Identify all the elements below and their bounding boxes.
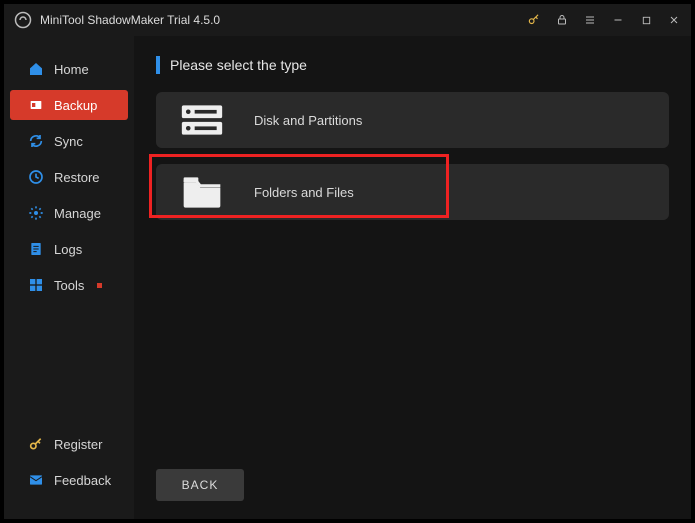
minimize-button[interactable] [611,13,625,27]
main-panel: Please select the type Disk and P [134,36,691,519]
feedback-icon [28,472,44,488]
sidebar-item-label: Tools [54,278,84,293]
heading-accent-bar [156,56,160,74]
sidebar-spacer [4,306,134,429]
sidebar-item-label: Restore [54,170,100,185]
sidebar-bottom: Register Feedback [4,429,134,519]
sidebar-item-feedback[interactable]: Feedback [10,465,128,495]
option-label: Disk and Partitions [254,113,362,128]
sync-icon [28,133,44,149]
option-disk-partitions[interactable]: Disk and Partitions [156,92,669,148]
sidebar-item-register[interactable]: Register [10,429,128,459]
sidebar: Home Backup Sync [4,36,134,519]
disk-icon [180,100,224,140]
sidebar-item-backup[interactable]: Backup [10,90,128,120]
sidebar-item-label: Manage [54,206,101,221]
page-heading: Please select the type [156,56,669,74]
sidebar-item-label: Feedback [54,473,111,488]
logs-icon [28,241,44,257]
sidebar-item-label: Backup [54,98,97,113]
home-icon [28,61,44,77]
sidebar-item-home[interactable]: Home [10,54,128,84]
app-body: Home Backup Sync [4,36,691,519]
heading-text: Please select the type [170,57,307,73]
manage-icon [28,205,44,221]
window-frame: MiniTool ShadowMaker Trial 4.5.0 [0,0,695,523]
lock-icon[interactable] [555,13,569,27]
sidebar-item-label: Home [54,62,89,77]
sidebar-item-tools[interactable]: Tools [10,270,128,300]
sidebar-item-sync[interactable]: Sync [10,126,128,156]
restore-icon [28,169,44,185]
close-button[interactable] [667,13,681,27]
titlebar: MiniTool ShadowMaker Trial 4.5.0 [4,4,691,36]
option-folders-files[interactable]: Folders and Files [156,164,669,220]
option-label: Folders and Files [254,185,354,200]
backup-icon [28,97,44,113]
tools-icon [28,277,44,293]
sidebar-item-label: Logs [54,242,82,257]
back-button[interactable]: BACK [156,469,244,501]
maximize-button[interactable] [639,13,653,27]
notification-dot-icon [97,283,102,288]
register-key-icon [28,436,44,452]
menu-icon[interactable] [583,13,597,27]
app-window: MiniTool ShadowMaker Trial 4.5.0 [4,4,691,519]
app-title: MiniTool ShadowMaker Trial 4.5.0 [40,13,527,27]
sidebar-item-restore[interactable]: Restore [10,162,128,192]
sidebar-item-label: Register [54,437,102,452]
folder-icon [180,172,224,212]
sidebar-item-logs[interactable]: Logs [10,234,128,264]
sidebar-item-label: Sync [54,134,83,149]
app-logo-icon [14,11,32,29]
footer-row: BACK [156,469,669,501]
key-icon[interactable] [527,13,541,27]
sidebar-item-manage[interactable]: Manage [10,198,128,228]
titlebar-controls [527,13,681,27]
